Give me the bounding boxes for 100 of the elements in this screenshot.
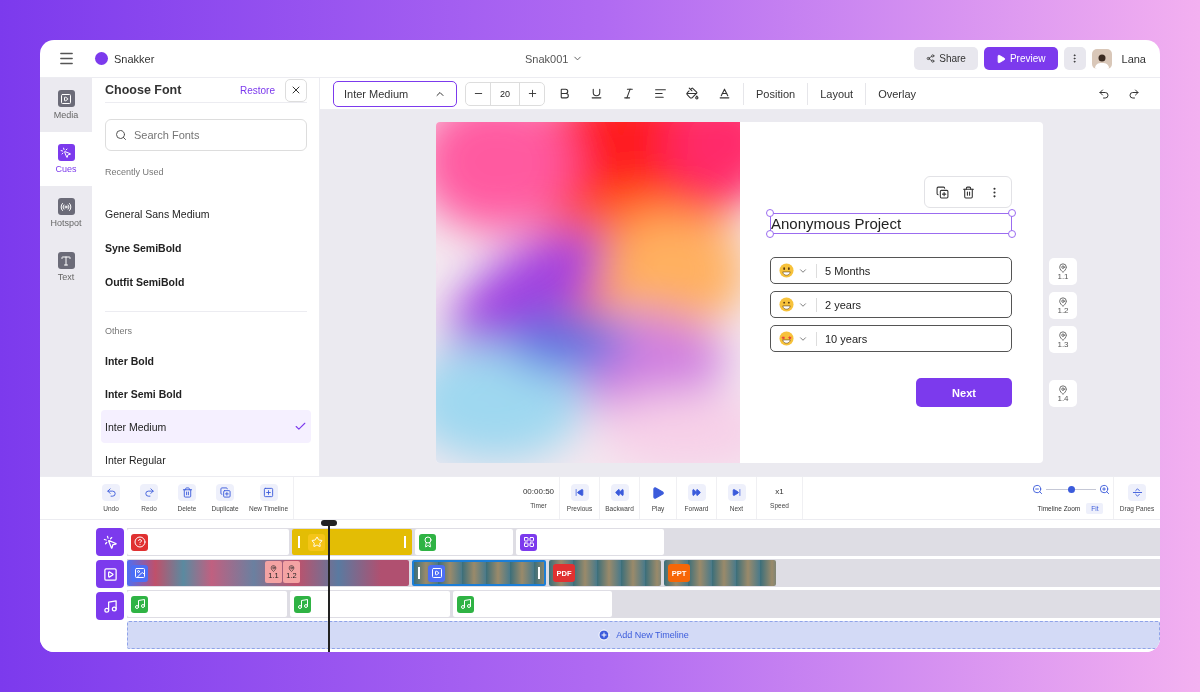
duplicate-icon[interactable] (935, 185, 949, 199)
redo-icon (140, 484, 158, 501)
split-icon (1128, 484, 1146, 501)
pin-marker[interactable]: 1.2 (1049, 292, 1077, 319)
speed-value[interactable]: x1 (775, 487, 784, 496)
question-icon (131, 533, 148, 551)
play-icon (995, 53, 1006, 64)
section-heading: Others (105, 326, 133, 336)
playhead-handle[interactable] (321, 520, 337, 526)
video-icon (428, 564, 445, 582)
font-dropdown[interactable]: Inter Medium (333, 80, 457, 107)
image-icon (131, 564, 148, 582)
font-option[interactable]: Syne SemiBold (101, 231, 311, 265)
backward-icon (610, 484, 629, 501)
media-icon (57, 90, 75, 107)
font-option[interactable]: Outfit SemiBold (101, 265, 311, 299)
music-icon (457, 595, 474, 613)
next-icon (727, 484, 746, 501)
trash-icon (178, 484, 196, 501)
font-option[interactable]: General Sans Medium (101, 197, 311, 231)
add-timeline-button[interactable]: Add New Timeline (127, 621, 1160, 649)
font-size-field[interactable]: 20 (490, 82, 520, 105)
answer-option[interactable]: 10 years (770, 325, 1012, 352)
close-icon (290, 84, 302, 96)
italic-icon[interactable] (621, 87, 635, 100)
map-pin-icon (1058, 262, 1068, 273)
close-button[interactable] (285, 78, 307, 102)
font-option[interactable]: Inter Bold (101, 344, 311, 377)
section-heading: Recently Used (105, 167, 165, 177)
font-option[interactable]: Inter Medium (101, 410, 311, 443)
plus-circle-icon (598, 629, 611, 641)
pin-marker[interactable]: 1.3 (1049, 326, 1077, 353)
undo-icon[interactable] (1098, 87, 1110, 100)
share-icon (926, 54, 936, 63)
sidebar-tab[interactable]: Hotspot (40, 186, 92, 240)
track-icon[interactable] (96, 592, 124, 620)
check-icon (294, 420, 307, 433)
new-timeline-icon (259, 484, 278, 501)
toolbar-menu[interactable]: Layout (814, 87, 860, 100)
plus-icon (526, 88, 538, 99)
grid-icon (520, 533, 537, 551)
project-title[interactable]: Snak001 (525, 52, 584, 65)
track-icon[interactable] (96, 528, 124, 556)
answer-option[interactable]: 5 Months (770, 257, 1012, 284)
underline-icon[interactable] (589, 87, 603, 100)
pin-marker[interactable]: 1.4 (1049, 380, 1077, 407)
music-icon (131, 595, 148, 613)
map-pin-icon (1058, 384, 1068, 395)
redo-icon[interactable] (1128, 87, 1140, 100)
preview-button[interactable]: Preview (983, 47, 1058, 70)
duplicate-icon (216, 484, 234, 501)
user-name: Lana (1121, 52, 1146, 65)
align-left-icon[interactable] (653, 87, 667, 100)
search-field[interactable]: Search Fonts (105, 119, 307, 151)
map-pin-icon (1058, 330, 1068, 341)
previous-icon (570, 484, 589, 501)
text-color-icon[interactable] (717, 87, 731, 100)
sidebar-tab[interactable]: Media (40, 78, 92, 132)
zoom-in-icon[interactable] (1098, 484, 1110, 495)
logo-icon (95, 52, 108, 65)
fill-color-icon[interactable] (685, 87, 699, 100)
font-option[interactable]: Inter Regular (101, 443, 311, 476)
timeline-clip[interactable] (415, 529, 513, 555)
zoom-out-icon[interactable] (1031, 484, 1043, 495)
award-icon (419, 533, 436, 551)
font-option[interactable]: Inter Semi Bold (101, 377, 311, 410)
search-icon (115, 129, 127, 141)
map-pin-icon (270, 564, 277, 572)
broadcast-icon (57, 198, 75, 215)
emoji-face-icon (779, 297, 794, 312)
pin-marker[interactable]: 1.1 (1049, 258, 1077, 285)
restore-link[interactable]: Restore (240, 84, 275, 96)
timeline-clip[interactable] (412, 560, 546, 586)
timer: 00:00:50 (522, 487, 555, 496)
trash-icon[interactable] (961, 185, 975, 199)
timeline-clip[interactable] (453, 591, 612, 617)
emoji-face-icon (779, 331, 794, 346)
sidebar-tab[interactable]: Text (40, 240, 92, 294)
answer-option[interactable]: 2 years (770, 291, 1012, 318)
track-icon[interactable] (96, 560, 124, 588)
toolbar-menu[interactable]: Overlay (872, 87, 923, 100)
share-button[interactable]: Share (914, 47, 978, 70)
timeline-clip[interactable] (290, 591, 450, 617)
map-pin-icon (1058, 296, 1068, 307)
toolbar-menu[interactable]: Position (750, 87, 802, 100)
timeline-clip[interactable] (292, 529, 412, 555)
panel-title: Choose Font (105, 83, 182, 97)
emoji-face-icon (779, 263, 794, 278)
star-icon (308, 533, 325, 551)
timeline-clip[interactable] (127, 529, 289, 555)
music-icon (294, 595, 311, 613)
undo-icon (102, 484, 120, 501)
menu-icon[interactable] (58, 50, 75, 67)
cursor-click-icon (57, 144, 75, 161)
text-icon (57, 252, 75, 269)
timeline-clip[interactable] (516, 529, 664, 555)
sidebar-tab[interactable]: Cues (40, 132, 92, 186)
timeline-clip[interactable] (127, 591, 287, 617)
forward-icon (687, 484, 706, 501)
next-button[interactable]: Next (916, 378, 1012, 407)
